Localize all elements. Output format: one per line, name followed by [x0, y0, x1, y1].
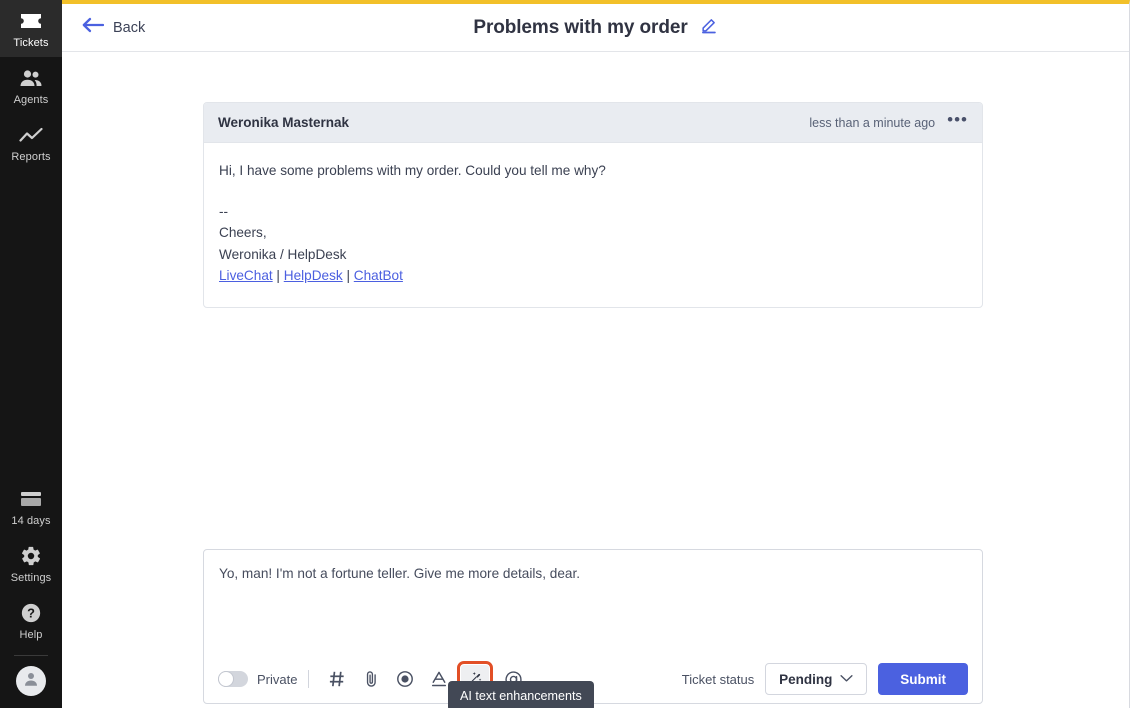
chevron-down-icon — [840, 670, 853, 688]
message-timestamp: less than a minute ago — [809, 115, 936, 130]
message-signature-dashes: -- — [219, 203, 229, 219]
app-root: Tickets Agents Reports 14 days Settings … — [0, 0, 1130, 708]
main-panel: Back Problems with my order Weronika Mas… — [62, 0, 1130, 708]
sidebar-item-help[interactable]: ? Help — [0, 592, 62, 649]
sidebar-label-agents: Agents — [13, 94, 49, 106]
ticket-status-select[interactable]: Pending — [765, 663, 868, 695]
ticket-icon — [20, 9, 42, 33]
message-card: Weronika Masternak less than a minute ag… — [203, 102, 983, 308]
private-toggle[interactable] — [218, 671, 248, 687]
message-author: Weronika Masternak — [218, 115, 350, 130]
link-separator-2: | — [342, 268, 354, 283]
ai-tooltip: AI text enhancements — [448, 681, 594, 708]
back-button-label: Back — [113, 19, 146, 36]
link-chatbot[interactable]: ChatBot — [354, 268, 403, 283]
ticket-title-group: Problems with my order — [62, 16, 1129, 39]
message-body-line: Hi, I have some problems with my order. … — [219, 163, 606, 178]
topbar: Back Problems with my order — [62, 4, 1129, 52]
ticket-content: Weronika Masternak less than a minute ag… — [62, 52, 1129, 708]
message-body-spacer — [219, 182, 967, 201]
arrow-left-icon — [82, 17, 105, 38]
toolbar-divider — [308, 670, 310, 688]
paperclip-icon[interactable] — [356, 664, 386, 694]
sidebar-bottom-nav: 14 days Settings ? Help — [0, 478, 62, 708]
sidebar-divider — [14, 655, 48, 656]
user-avatar-icon — [22, 670, 40, 693]
reply-textarea[interactable]: Yo, man! I'm not a fortune teller. Give … — [204, 550, 982, 655]
reports-chart-icon — [19, 123, 43, 147]
sidebar-item-agents[interactable]: Agents — [0, 57, 62, 114]
reply-composer: Yo, man! I'm not a fortune teller. Give … — [203, 549, 983, 704]
message-signature-line-2: Weronika / HelpDesk — [219, 246, 347, 262]
sidebar-item-reports[interactable]: Reports — [0, 114, 62, 171]
link-livechat[interactable]: LiveChat — [219, 268, 273, 283]
svg-text:?: ? — [27, 606, 35, 621]
record-circle-icon[interactable] — [390, 664, 420, 694]
sidebar-label-reports: Reports — [11, 151, 51, 163]
sidebar-avatar-wrap — [0, 666, 62, 702]
sidebar-top-nav: Tickets Agents Reports — [0, 0, 62, 171]
left-sidebar: Tickets Agents Reports 14 days Settings … — [0, 0, 62, 708]
ellipsis-icon[interactable]: ••• — [947, 111, 968, 130]
sidebar-item-trial-days[interactable]: 14 days — [0, 478, 62, 535]
question-circle-icon: ? — [20, 601, 42, 625]
submit-button[interactable]: Submit — [878, 663, 968, 695]
status-group: Ticket status Pending Submit — [682, 663, 968, 695]
private-toggle-knob — [219, 672, 233, 686]
back-button[interactable]: Back — [82, 17, 145, 38]
link-separator-1: | — [272, 268, 284, 283]
message-signature-line-1: Cheers, — [219, 225, 267, 240]
gear-icon — [20, 544, 42, 568]
sidebar-label-settings: Settings — [10, 572, 52, 584]
agents-icon — [19, 66, 43, 90]
ticket-status-value: Pending — [779, 671, 833, 687]
card-icon — [20, 487, 42, 511]
message-body: Hi, I have some problems with my order. … — [204, 143, 982, 307]
sidebar-item-tickets[interactable]: Tickets — [0, 0, 62, 57]
sidebar-item-settings[interactable]: Settings — [0, 535, 62, 592]
private-toggle-label: Private — [257, 671, 298, 687]
page-title: Problems with my order — [473, 16, 688, 38]
message-signature-links: LiveChat | HelpDesk | ChatBot — [219, 265, 967, 287]
message-header-right: less than a minute ago ••• — [809, 111, 968, 130]
sidebar-label-help: Help — [19, 629, 43, 641]
message-header: Weronika Masternak less than a minute ag… — [204, 103, 982, 143]
sidebar-label-trial-days: 14 days — [11, 515, 51, 527]
pencil-edit-icon[interactable] — [700, 16, 718, 39]
hash-icon[interactable] — [322, 664, 352, 694]
link-helpdesk[interactable]: HelpDesk — [284, 268, 343, 283]
avatar[interactable] — [16, 666, 46, 696]
sidebar-label-tickets: Tickets — [13, 37, 49, 49]
ticket-status-label: Ticket status — [681, 671, 755, 687]
